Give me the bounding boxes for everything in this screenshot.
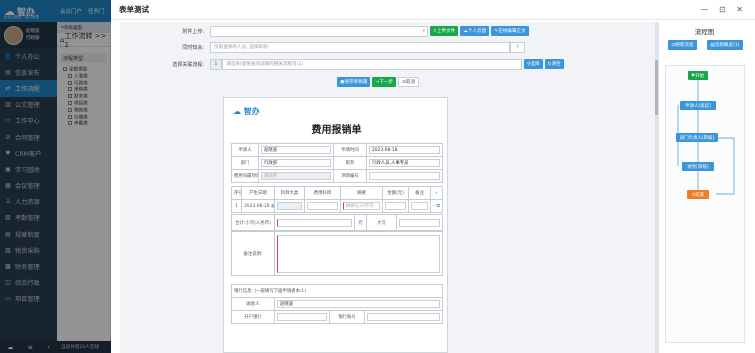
project-no-field[interactable] — [369, 172, 440, 180]
doc-brand: ☁ 智办 — [233, 107, 260, 116]
expense-project-select[interactable]: 请选择 — [261, 172, 331, 180]
flow-node-finance-review[interactable]: 财务[审核] — [682, 162, 714, 171]
table-row: 1 2023-08-18 ▦ 摘要在20字内 −⧉ — [231, 199, 443, 213]
refresh-flow-button[interactable]: ⇄ 刷新流程 — [668, 40, 697, 50]
category-select[interactable] — [277, 202, 302, 210]
expense-item-select[interactable] — [307, 202, 338, 210]
cc-row: 同时知会: 仅限查阅的人员, 选择知会! ⚲ — [120, 41, 655, 53]
bank-field[interactable] — [277, 313, 327, 321]
online-edit-button[interactable]: ✎ 在线编辑正文 — [491, 26, 529, 36]
account-field[interactable] — [367, 313, 441, 321]
chevron-down-icon: ▾ — [422, 28, 425, 34]
attachment-select[interactable]: ▾ — [210, 25, 428, 37]
flow-node-end[interactable]: ⏻ 结束 — [687, 190, 709, 199]
flowchart-panel: 流程图 ⇄ 刷新流程 ▤ 流程概览(1) ▶ 开始 申请人[发起] 部门负责人[… — [658, 22, 750, 353]
column-header: 摘要 — [340, 186, 383, 200]
related-flow-row: 选择关联流程: 1 请选择(能够查阅选择的相关流程可以) ⚲ 选择 ↻ 清空 — [120, 58, 655, 70]
applicant-field[interactable]: 赵晓波 — [261, 146, 331, 154]
column-header: 科目大类 — [274, 186, 305, 200]
position-field[interactable]: 行政人员,人事专员 — [369, 159, 440, 167]
payee-field[interactable]: 赵晓波 — [277, 300, 441, 308]
expense-form-document: ☁ 智办 费用报销单 申请人 赵晓波 申请时间 2023-08-18 部门 行政… — [223, 97, 448, 353]
copy-icon[interactable]: ⧉ — [437, 204, 440, 209]
dept-field[interactable]: 行政部 — [261, 159, 331, 167]
attachment-row: 附件上传: ▾ ⇪ 上传文件 ☁ 个人云盘 ✎ 在线编辑正文 — [120, 25, 655, 37]
flowchart-title: 流程图 — [694, 28, 715, 36]
column-header: 金额(元) — [382, 186, 409, 200]
bank-table: 银行信息: (一般填写下面申请者本人) 收款人 赵晓波 开户银行 银行账号 — [230, 284, 444, 324]
related-flow-input[interactable]: 请选择(能够查阅选择的相关流程可以) — [222, 58, 522, 70]
flow-node-start[interactable]: ▶ 开始 — [688, 71, 708, 80]
total-lower-input[interactable] — [277, 218, 352, 227]
cancel-button[interactable]: ⊘ 取消 — [397, 77, 420, 87]
save-draft-button[interactable]: ▣ 保存草稿箱 — [337, 77, 371, 87]
column-header: 费用科目 — [304, 186, 341, 200]
cc-input[interactable]: 仅限查阅的人员, 选择知会! — [210, 41, 510, 53]
bank-title: 银行信息: (一般填写下面申请者本人) — [230, 284, 444, 298]
column-header: 产生日期 — [241, 186, 275, 200]
upload-file-button[interactable]: ⇪ 上传文件 — [430, 26, 459, 36]
form-area: 附件上传: ▾ ⇪ 上传文件 ☁ 个人云盘 ✎ 在线编辑正文 同时知会: 仅限查… — [120, 22, 655, 353]
calendar-icon[interactable]: ▦ — [271, 204, 274, 209]
flow-node-dept-review[interactable]: 部门负责人[审核] — [676, 133, 718, 142]
modal-header: 表单测试 — ⊡ ✕ — [111, 0, 755, 20]
personal-cloud-button[interactable]: ☁ 个人云盘 — [460, 26, 490, 36]
related-count: 1 — [210, 58, 222, 70]
applicant-table: 申请人 赵晓波 申请时间 2023-08-18 部门 行政部 职务 行政人员,人… — [231, 143, 443, 183]
flow-overview-button[interactable]: ▤ 流程概览(1) — [707, 40, 743, 50]
detail-header-row: 序号产生日期科目大类费用科目摘要金额(元)备注+ — [231, 186, 443, 200]
search-icon[interactable]: ⚲ — [510, 41, 525, 53]
remark-table: 备注说明: — [231, 231, 443, 276]
column-header: 备注 — [408, 186, 431, 200]
apply-time-field[interactable]: 2023-08-18 — [369, 146, 440, 154]
total-upper-input[interactable] — [399, 218, 440, 227]
next-step-button[interactable]: → 下一步 — [372, 77, 396, 87]
add-row-button[interactable]: + — [430, 186, 443, 200]
detail-table: 序号产生日期科目大类费用科目摘要金额(元)备注+ 1 2023-08-18 ▦ … — [231, 186, 443, 213]
flow-node-applicant[interactable]: 申请人[发起] — [680, 101, 716, 110]
doc-title: 费用报销单 — [311, 125, 362, 136]
reset-button[interactable]: ↻ 清空 — [544, 59, 564, 69]
total-table: 合计:小写(人民币) 元 大写 — [231, 214, 443, 231]
form-actions: ▣ 保存草稿箱 → 下一步 ⊘ 取消 — [335, 77, 420, 87]
detail-date[interactable]: 2023-08-18 — [244, 204, 270, 209]
select-button[interactable]: ⚲ 选择 — [524, 59, 543, 69]
summary-input[interactable]: 摘要在20字内 — [343, 202, 380, 210]
modal-backdrop — [0, 0, 111, 353]
form-modal: 表单测试 — ⊡ ✕ 附件上传: ▾ ⇪ 上传文件 ☁ 个人云盘 ✎ 在线编辑正… — [111, 0, 755, 353]
amount-input[interactable] — [385, 202, 406, 210]
column-header: 序号 — [231, 186, 242, 200]
modal-title: 表单测试 — [119, 5, 149, 14]
window-controls[interactable]: — ⊡ ✕ — [701, 5, 748, 14]
cloud-logo-icon: ☁ — [233, 107, 244, 116]
note-input[interactable] — [411, 202, 428, 210]
remark-textarea[interactable] — [277, 234, 440, 273]
flowchart-canvas: ▶ 开始 申请人[发起] 部门负责人[审核] 财务[审核] ⏻ 结束 — [665, 65, 745, 343]
